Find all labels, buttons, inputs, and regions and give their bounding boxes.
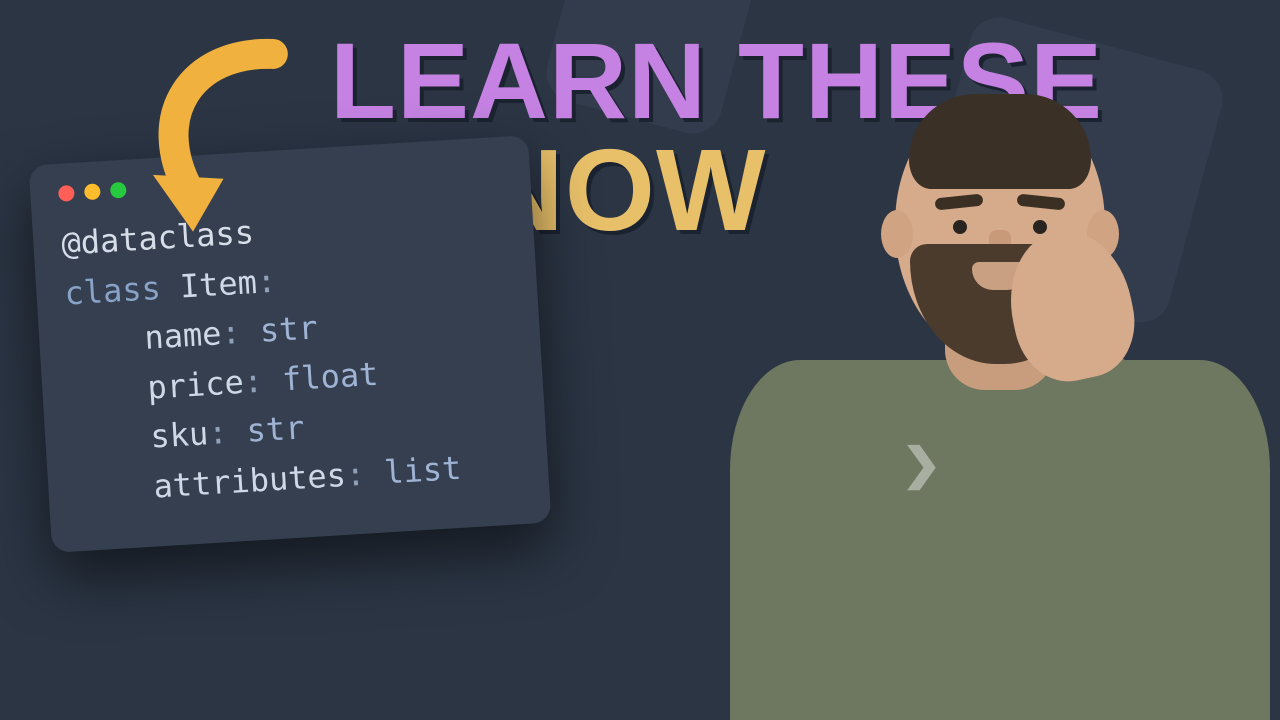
- code-snippet: @dataclass class Item: name: str price: …: [60, 193, 521, 517]
- presenter-eye: [953, 220, 967, 234]
- shirt-logo-icon: ❯: [901, 439, 942, 490]
- curved-arrow-icon: [122, 30, 339, 247]
- presenter-photo: ❯: [720, 80, 1280, 720]
- presenter-eye: [1033, 220, 1047, 234]
- window-close-icon: [58, 185, 75, 202]
- window-zoom-icon: [110, 182, 127, 199]
- presenter-shirt: ❯: [730, 360, 1270, 720]
- presenter-ear: [881, 210, 913, 258]
- presenter-brow: [1017, 194, 1066, 211]
- presenter-brow: [935, 194, 984, 211]
- presenter-hair: [909, 94, 1091, 189]
- window-minimize-icon: [84, 183, 101, 200]
